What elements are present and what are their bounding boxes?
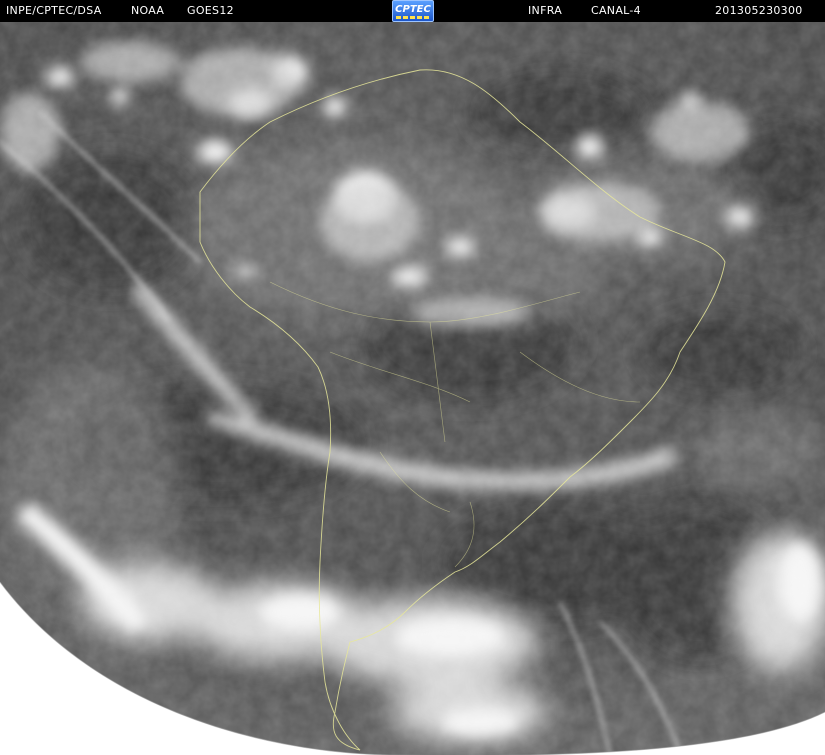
band-label: INFRA: [528, 4, 563, 17]
satellite-label: GOES12: [187, 4, 234, 17]
image-header-bar: INPE/CPTEC/DSA NOAA GOES12 CPTEC INFRA C…: [0, 0, 825, 22]
source-label: INPE/CPTEC/DSA: [6, 4, 102, 17]
satellite-image-frame: INPE/CPTEC/DSA NOAA GOES12 CPTEC INFRA C…: [0, 0, 825, 755]
cptec-logo: CPTEC: [392, 0, 434, 22]
logo-stripes: [396, 16, 430, 19]
timestamp-label: 201305230300: [715, 4, 803, 17]
agency-label: NOAA: [131, 4, 165, 17]
channel-label: CANAL-4: [591, 4, 641, 17]
infrared-earth-disk: [0, 22, 825, 755]
